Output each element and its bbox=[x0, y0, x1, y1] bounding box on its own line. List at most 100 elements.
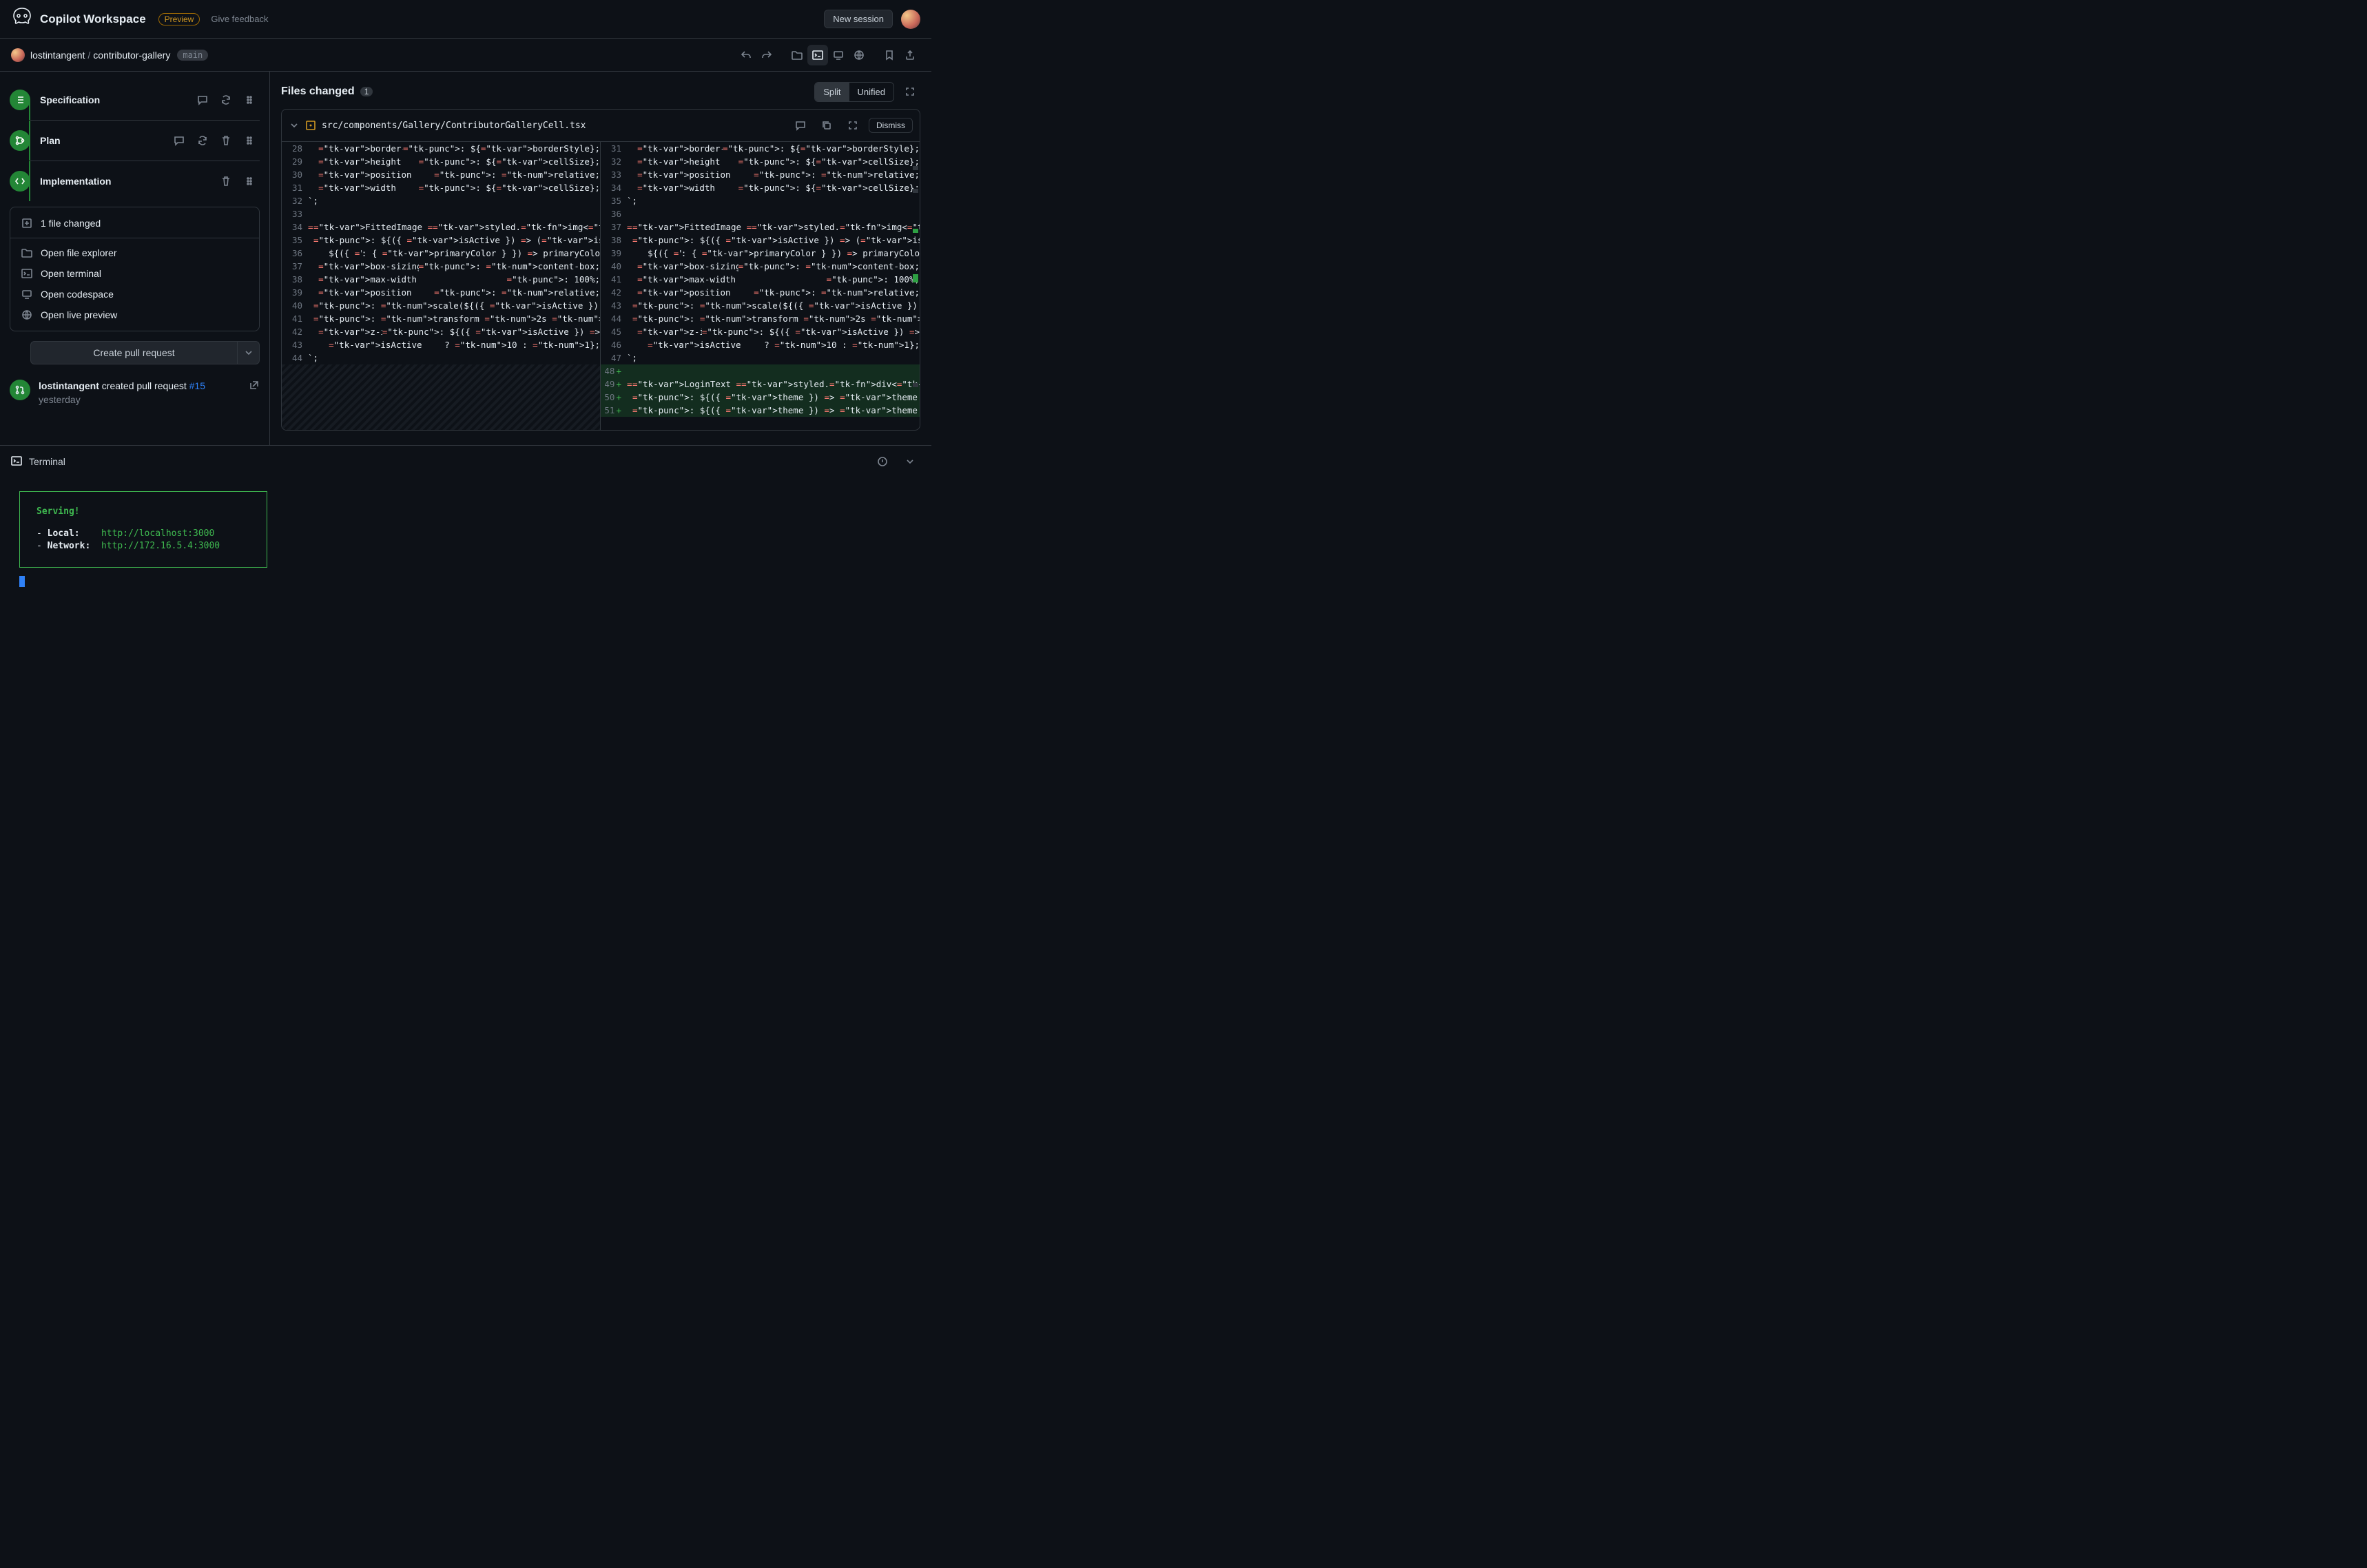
bookmark-icon[interactable] bbox=[879, 45, 900, 65]
activity-pr-link[interactable]: #15 bbox=[189, 380, 205, 391]
terminal-icon[interactable] bbox=[807, 45, 828, 65]
unified-toggle[interactable]: Unified bbox=[849, 83, 893, 101]
diff-filepath[interactable]: src/components/Gallery/ContributorGaller… bbox=[322, 121, 785, 131]
comment-icon[interactable] bbox=[790, 115, 811, 136]
diff-line[interactable]: 45 ="tk-var">z-index="tk-punc">: ${({ ="… bbox=[601, 325, 920, 338]
create-pr-button[interactable]: Create pull request bbox=[30, 341, 238, 364]
panel-open-terminal[interactable]: Open terminal bbox=[10, 263, 259, 284]
share-icon[interactable] bbox=[900, 45, 920, 65]
diff-line[interactable]: 42 ="tk-var">position="tk-punc">: ="tk-n… bbox=[601, 286, 920, 299]
panel-files-changed[interactable]: 1 file changed bbox=[10, 213, 259, 234]
implementation-panel: 1 file changed Open file explorer Open t… bbox=[10, 207, 260, 331]
globe-icon[interactable] bbox=[849, 45, 869, 65]
trash-icon[interactable] bbox=[216, 130, 236, 151]
diff-line[interactable]: 47`; bbox=[601, 351, 920, 364]
diff-line[interactable]: 35`; bbox=[601, 194, 920, 207]
activity-user[interactable]: lostintangent bbox=[39, 380, 99, 391]
comment-icon[interactable] bbox=[169, 130, 189, 151]
repo-name[interactable]: contributor-gallery bbox=[93, 50, 170, 61]
feedback-link[interactable]: Give feedback bbox=[211, 14, 268, 24]
chevron-down-icon[interactable] bbox=[900, 451, 920, 472]
diff-line[interactable]: 37 ="tk-var">box-sizing="tk-punc">: ="tk… bbox=[282, 260, 600, 273]
step-specification[interactable]: Specification bbox=[10, 80, 260, 120]
diff-line[interactable]: 40 ="tk-var">="tk-num">transform="tk-pun… bbox=[282, 299, 600, 312]
panel-label: Open terminal bbox=[41, 268, 101, 279]
refresh-icon[interactable] bbox=[192, 130, 213, 151]
breadcrumb[interactable]: lostintangent/contributor-gallery bbox=[30, 50, 170, 61]
panel-open-preview[interactable]: Open live preview bbox=[10, 305, 259, 325]
trash-icon[interactable] bbox=[216, 171, 236, 192]
panel-open-codespace[interactable]: Open codespace bbox=[10, 284, 259, 305]
panel-open-explorer[interactable]: Open file explorer bbox=[10, 243, 259, 263]
copy-icon[interactable] bbox=[816, 115, 837, 136]
create-pr-dropdown[interactable] bbox=[238, 341, 260, 364]
diff-line[interactable]: 34="tk-key">const ="tk-var">FittedImage … bbox=[282, 220, 600, 234]
drag-icon[interactable] bbox=[239, 171, 260, 192]
diff-line[interactable]: 36 ${({ ="tk-var">theme: { ="tk-var">pri… bbox=[282, 247, 600, 260]
diff-line[interactable]: 31 ="tk-var">width="tk-punc">: ${="tk-va… bbox=[282, 181, 600, 194]
chevron-down-icon[interactable] bbox=[289, 120, 300, 131]
fullscreen-icon[interactable] bbox=[900, 81, 920, 102]
diff-line[interactable]: 37="tk-key">const ="tk-var">FittedImage … bbox=[601, 220, 920, 234]
diff-icon bbox=[21, 218, 32, 229]
diff-line[interactable]: 32`; bbox=[282, 194, 600, 207]
warning-icon[interactable] bbox=[872, 451, 893, 472]
diff-line[interactable]: 43 ="tk-var">isActive ? ="tk-num">10 : =… bbox=[282, 338, 600, 351]
drag-icon[interactable] bbox=[239, 130, 260, 151]
step-implementation[interactable]: Implementation bbox=[10, 161, 260, 201]
diff-line[interactable]: 44`; bbox=[282, 351, 600, 364]
diff-line[interactable]: 31 ="tk-var">border-right="tk-punc">: ${… bbox=[601, 142, 920, 155]
undo-icon[interactable] bbox=[736, 45, 756, 65]
diff-line[interactable]: 33 bbox=[282, 207, 600, 220]
diff-view-toggle: Split Unified bbox=[814, 82, 894, 102]
files-count-badge: 1 bbox=[360, 87, 373, 96]
preview-badge: Preview bbox=[158, 13, 200, 25]
owner-avatar[interactable] bbox=[11, 48, 25, 62]
diff-line[interactable]: 51+ ="tk-var">font-size="tk-punc">: ${({… bbox=[601, 404, 920, 417]
diff-line[interactable]: 34 ="tk-var">width="tk-punc">: ${="tk-va… bbox=[601, 181, 920, 194]
terminal-local-label: Local: bbox=[48, 528, 80, 539]
diff-line[interactable]: 41 ="tk-var">max-width="tk-punc">: 100%; bbox=[601, 273, 920, 286]
expand-icon[interactable] bbox=[843, 115, 863, 136]
diff-line[interactable]: 43 ="tk-var">="tk-num">transform="tk-pun… bbox=[601, 299, 920, 312]
comment-icon[interactable] bbox=[192, 90, 213, 110]
folder-icon[interactable] bbox=[787, 45, 807, 65]
topbar: Copilot Workspace Preview Give feedback … bbox=[0, 0, 931, 39]
diff-line[interactable]: 48+ bbox=[601, 364, 920, 378]
diff-line[interactable]: 28 ="tk-var">border-right="tk-punc">: ${… bbox=[282, 142, 600, 155]
diff-line[interactable]: 33 ="tk-var">position="tk-punc">: ="tk-n… bbox=[601, 168, 920, 181]
new-session-button[interactable]: New session bbox=[824, 10, 893, 28]
drag-icon[interactable] bbox=[239, 90, 260, 110]
diff-line[interactable]: 39 ="tk-var">position="tk-punc">: ="tk-n… bbox=[282, 286, 600, 299]
terminal-output[interactable]: Serving! - Local: http://localhost:3000 … bbox=[0, 477, 931, 617]
step-plan[interactable]: Plan bbox=[10, 121, 260, 161]
refresh-icon[interactable] bbox=[216, 90, 236, 110]
diff-line[interactable]: 44 ="tk-var">transition="tk-punc">: ="tk… bbox=[601, 312, 920, 325]
diff-line[interactable]: 42 ="tk-var">z-index="tk-punc">: ${({ ="… bbox=[282, 325, 600, 338]
diff-line[interactable]: 49+="tk-key">const ="tk-var">LoginText =… bbox=[601, 378, 920, 391]
diff-line[interactable]: 30 ="tk-var">position="tk-punc">: ="tk-n… bbox=[282, 168, 600, 181]
diff-line[interactable]: 39 ${({ ="tk-var">theme: { ="tk-var">pri… bbox=[601, 247, 920, 260]
split-toggle[interactable]: Split bbox=[815, 83, 849, 101]
diff-line[interactable]: 35 ="tk-var">border="tk-punc">: ${({ ="t… bbox=[282, 234, 600, 247]
diff-line[interactable]: 50+ ="tk-var">color="tk-punc">: ${({ ="t… bbox=[601, 391, 920, 404]
external-link-icon[interactable] bbox=[249, 380, 260, 393]
diff-line[interactable]: 38 ="tk-var">border="tk-punc">: ${({ ="t… bbox=[601, 234, 920, 247]
diff-line[interactable]: 41 ="tk-var">transition="tk-punc">: ="tk… bbox=[282, 312, 600, 325]
diff-line[interactable]: 29 ="tk-var">height="tk-punc">: ${="tk-v… bbox=[282, 155, 600, 168]
diff-right-pane[interactable]: 31 ="tk-var">border-right="tk-punc">: ${… bbox=[601, 142, 920, 430]
codespace-icon[interactable] bbox=[828, 45, 849, 65]
user-avatar[interactable] bbox=[901, 10, 920, 29]
panel-label: Open live preview bbox=[41, 309, 117, 320]
diff-line[interactable]: 32 ="tk-var">height="tk-punc">: ${="tk-v… bbox=[601, 155, 920, 168]
branch-badge[interactable]: main bbox=[177, 50, 208, 61]
diff-left-pane[interactable]: 28 ="tk-var">border-right="tk-punc">: ${… bbox=[282, 142, 601, 430]
diff-line[interactable]: 46 ="tk-var">isActive ? ="tk-num">10 : =… bbox=[601, 338, 920, 351]
diff-line[interactable]: 38 ="tk-var">max-width="tk-punc">: 100%; bbox=[282, 273, 600, 286]
dismiss-button[interactable]: Dismiss bbox=[869, 118, 913, 133]
repo-owner[interactable]: lostintangent bbox=[30, 50, 85, 61]
diff-line[interactable]: 36 bbox=[601, 207, 920, 220]
diff-line[interactable]: 40 ="tk-var">box-sizing="tk-punc">: ="tk… bbox=[601, 260, 920, 273]
redo-icon[interactable] bbox=[756, 45, 777, 65]
minimap[interactable] bbox=[911, 143, 918, 429]
